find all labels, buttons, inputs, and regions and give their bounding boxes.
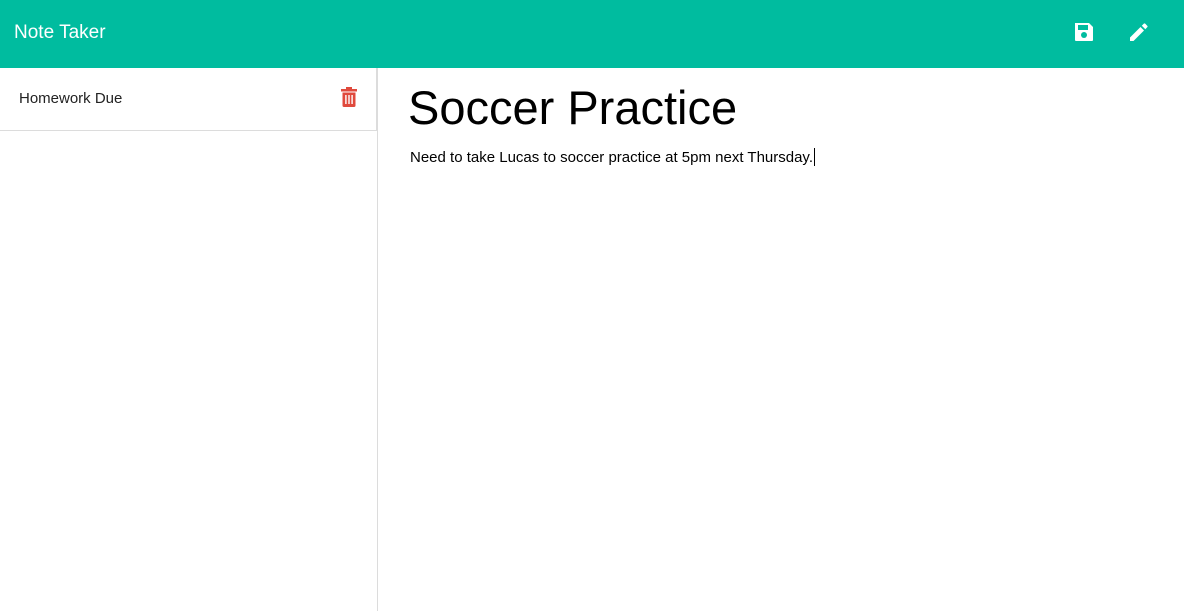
notes-sidebar: Homework Due <box>0 68 378 611</box>
note-list-title: Homework Due <box>19 90 123 107</box>
app-title[interactable]: Note Taker <box>14 21 106 45</box>
note-text-area[interactable]: Need to take Lucas to soccer practice at… <box>410 148 1150 168</box>
save-note-button[interactable] <box>1072 20 1096 44</box>
list-item[interactable]: Homework Due <box>0 68 377 131</box>
new-note-button[interactable] <box>1127 20 1151 44</box>
note-title-input[interactable]: Soccer Practice <box>408 80 1148 136</box>
trash-icon <box>341 87 357 107</box>
note-editor: Soccer Practice Need to take Lucas to so… <box>378 68 1184 611</box>
delete-note-button[interactable] <box>341 87 357 107</box>
save-icon <box>1075 23 1093 41</box>
navbar: Note Taker <box>0 0 1184 68</box>
pencil-icon <box>1130 23 1148 41</box>
text-cursor <box>814 148 815 166</box>
note-body-text: Need to take Lucas to soccer practice at… <box>410 149 813 166</box>
